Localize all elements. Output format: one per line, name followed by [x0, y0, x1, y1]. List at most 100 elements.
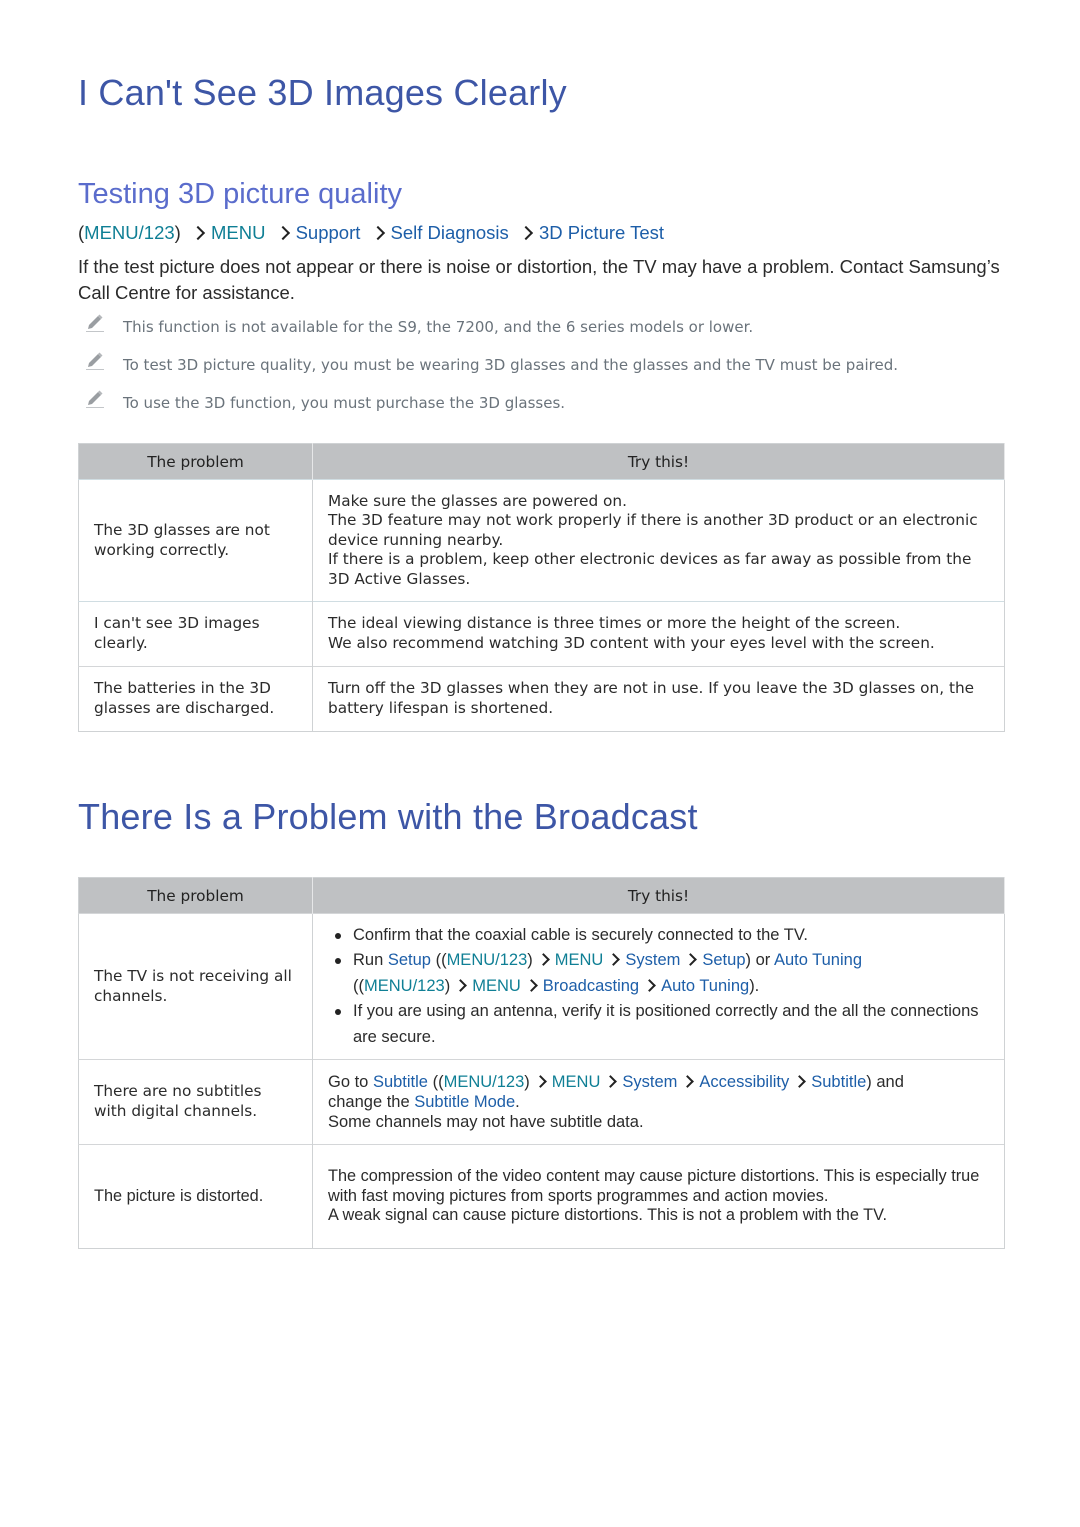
- paren-close: ): [174, 222, 181, 243]
- note-item: This function is not available for the S…: [84, 314, 754, 337]
- solution-line: The ideal viewing distance is three time…: [328, 614, 901, 633]
- chevron-right-icon: [275, 226, 290, 241]
- pencil-icon: [86, 314, 104, 332]
- solution-line: change the Subtitle Mode.: [328, 1092, 989, 1112]
- text: ((: [353, 976, 364, 995]
- menu-path-system[interactable]: System: [622, 1073, 677, 1091]
- menu-path-menu[interactable]: MENU: [472, 977, 521, 995]
- menu-path-menu123[interactable]: MENU/123: [84, 222, 174, 243]
- column-header-try-this: Try this!: [312, 877, 1005, 914]
- chevron-right-icon: [533, 1075, 547, 1089]
- solution-line: Some channels may not have subtitle data…: [328, 1113, 644, 1131]
- menu-path-menu123[interactable]: MENU/123: [364, 977, 445, 995]
- solution-cell: The ideal viewing distance is three time…: [312, 601, 1005, 667]
- solution-line: Turn off the 3D glasses when they are no…: [328, 679, 975, 717]
- text: ((: [430, 951, 447, 970]
- text: .: [515, 1093, 520, 1111]
- solution-line: If there is a problem, keep other electr…: [328, 550, 972, 588]
- chevron-right-icon: [643, 979, 656, 992]
- chevron-right-icon: [518, 226, 534, 241]
- troubleshooting-table-3d: The problem Try this! The 3D glasses are…: [78, 443, 1005, 732]
- menu-path-menu[interactable]: MENU: [552, 1073, 601, 1091]
- menu-path-menu[interactable]: MENU: [555, 951, 604, 969]
- menu-path-menu[interactable]: MENU: [211, 222, 265, 243]
- menu-path-accessibility[interactable]: Accessibility: [699, 1073, 789, 1091]
- text: ) or: [745, 951, 774, 970]
- text: ): [524, 1073, 530, 1091]
- pencil-icon: [86, 390, 104, 408]
- problem-cell: The 3D glasses are not working correctly…: [78, 479, 313, 602]
- text: ((: [428, 1073, 444, 1091]
- solution-line: We also recommend watching 3D content wi…: [328, 634, 935, 652]
- menu-path-setup[interactable]: Setup: [702, 951, 745, 969]
- chevron-right-icon: [793, 1075, 807, 1089]
- link-subtitle[interactable]: Subtitle: [373, 1073, 428, 1091]
- subsection-title-testing-3d: Testing 3D picture quality: [78, 178, 402, 210]
- solution-cell: Make sure the glasses are powered on. Th…: [312, 479, 1005, 602]
- menu-path-system[interactable]: System: [625, 951, 680, 969]
- column-header-problem: The problem: [78, 877, 313, 914]
- solution-cell: The compression of the video content may…: [312, 1144, 1005, 1249]
- solution-line: Go to Subtitle ((MENU/123) MENU System Acce…: [328, 1072, 989, 1092]
- solution-line: The 3D feature may not work properly if …: [328, 511, 978, 549]
- link-setup[interactable]: Setup: [388, 951, 431, 969]
- chevron-right-icon: [524, 979, 538, 992]
- bullet-item: If you are using an antenna, verify it i…: [328, 999, 989, 1050]
- menu-path-3d-picture-test[interactable]: 3D Picture Test: [539, 222, 664, 243]
- section-title-broadcast: There Is a Problem with the Broadcast: [78, 796, 698, 837]
- menu-path-menu123[interactable]: MENU/123: [447, 951, 528, 969]
- table-row: The picture is distorted. The compressio…: [78, 1144, 1005, 1249]
- problem-cell: I can't see 3D images clearly.: [78, 601, 313, 667]
- solution-cell: Go to Subtitle ((MENU/123) MENU System Acce…: [312, 1059, 1005, 1145]
- note-item: To use the 3D function, you must purchas…: [84, 390, 566, 413]
- problem-cell: The batteries in the 3D glasses are disc…: [78, 666, 313, 732]
- solution-line: Make sure the glasses are powered on.: [328, 491, 627, 510]
- table-row: The 3D glasses are not working correctly…: [78, 479, 1005, 602]
- text: ) and: [866, 1073, 904, 1091]
- table-row: I can't see 3D images clearly. The ideal…: [78, 601, 1005, 667]
- menu-path-subtitle[interactable]: Subtitle: [811, 1073, 866, 1091]
- bullet-list: Confirm that the coaxial cable is secure…: [328, 923, 989, 1051]
- menu-path-self-diagnosis[interactable]: Self Diagnosis: [391, 222, 509, 243]
- text: Run: [353, 951, 388, 970]
- table-header-row: The problem Try this!: [78, 877, 1005, 914]
- chevron-right-icon: [681, 1075, 695, 1089]
- problem-cell: The TV is not receiving all channels.: [78, 913, 313, 1060]
- table-row: There are no subtitles with digital chan…: [78, 1059, 1005, 1145]
- chevron-right-icon: [536, 953, 550, 967]
- link-auto-tuning[interactable]: Auto Tuning: [774, 951, 862, 969]
- text: ): [444, 976, 451, 995]
- intro-paragraph: If the test picture does not appear or t…: [78, 256, 1000, 303]
- menu-path-auto-tuning[interactable]: Auto Tuning: [661, 977, 749, 995]
- chevron-right-icon: [607, 953, 621, 967]
- menu-path-broadcasting[interactable]: Broadcasting: [543, 977, 639, 995]
- solution-cell: Turn off the 3D glasses when they are no…: [312, 666, 1005, 732]
- menu-path-support[interactable]: Support: [296, 222, 361, 243]
- note-text: This function is not available for the S…: [123, 318, 754, 336]
- solution-line: The compression of the video content may…: [328, 1167, 980, 1205]
- table-row: The TV is not receiving all channels. Co…: [78, 913, 1005, 1060]
- note-text: To test 3D picture quality, you must be …: [123, 356, 899, 374]
- pencil-icon: [86, 352, 104, 370]
- link-subtitle-mode[interactable]: Subtitle Mode: [414, 1093, 515, 1111]
- table-header-row: The problem Try this!: [78, 443, 1005, 480]
- text: ): [527, 951, 533, 970]
- text: Go to: [328, 1073, 373, 1091]
- bullet-item: Run Setup ((MENU/123) MENU System Setup) or…: [328, 948, 989, 999]
- chevron-right-icon: [190, 226, 206, 241]
- bullet-item: Confirm that the coaxial cable is secure…: [328, 923, 989, 949]
- text: change the: [328, 1093, 415, 1111]
- column-header-try-this: Try this!: [312, 443, 1005, 480]
- note-text: To use the 3D function, you must purchas…: [123, 394, 566, 412]
- text: ).: [749, 976, 760, 995]
- chevron-right-icon: [370, 226, 385, 241]
- section-title-3d: I Can't See 3D Images Clearly: [78, 72, 567, 113]
- table-row: The batteries in the 3D glasses are disc…: [78, 666, 1005, 732]
- chevron-right-icon: [604, 1075, 618, 1089]
- column-header-problem: The problem: [78, 443, 313, 480]
- chevron-right-icon: [684, 953, 698, 967]
- menu-path-breadcrumb: (MENU/123) MENU Support Self Diagnosis 3…: [78, 222, 664, 244]
- chevron-right-icon: [454, 979, 468, 992]
- problem-cell: There are no subtitles with digital chan…: [78, 1059, 313, 1145]
- menu-path-menu123[interactable]: MENU/123: [444, 1073, 525, 1091]
